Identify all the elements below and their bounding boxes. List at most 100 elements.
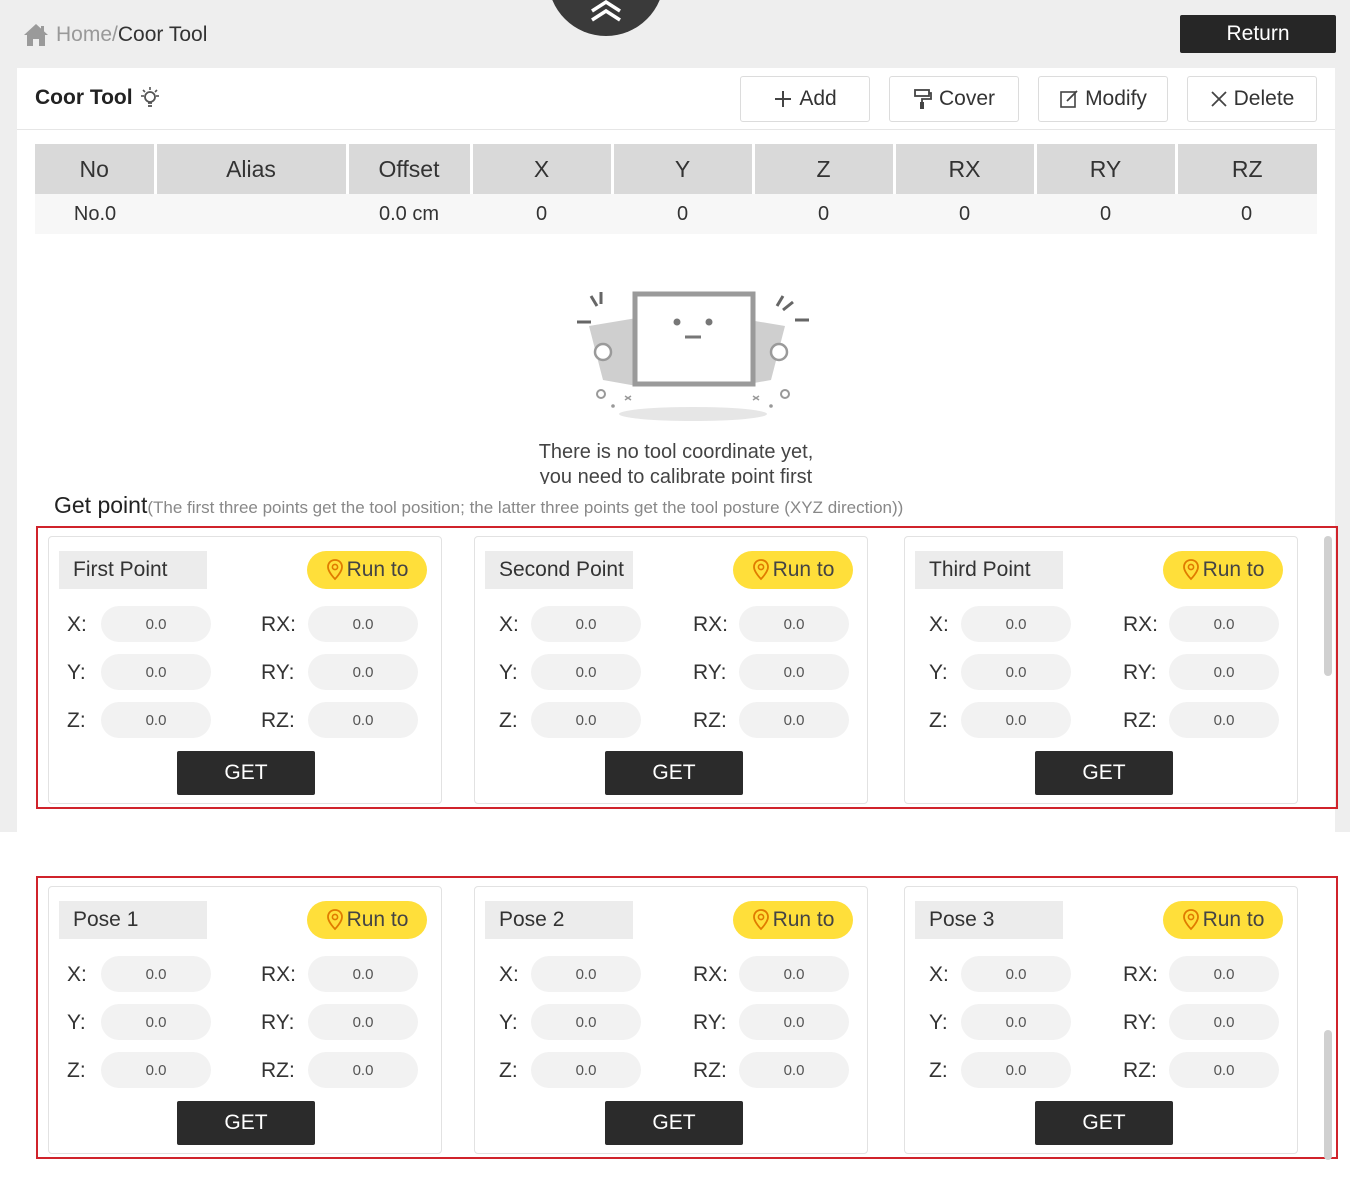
ry-value-field[interactable]: 0.0 [308, 1004, 418, 1040]
column-header: Y [612, 144, 755, 194]
rx-value-field[interactable]: 0.0 [308, 956, 418, 992]
ry-value-field[interactable]: 0.0 [1169, 654, 1279, 690]
column-header: No [35, 144, 157, 194]
table-cell: 0.0 cm [347, 194, 471, 234]
ry-value-field[interactable]: 0.0 [308, 654, 418, 690]
run-to-button[interactable]: Run to [307, 901, 427, 939]
location-pin-icon [1182, 909, 1199, 931]
z-value-field[interactable]: 0.0 [961, 702, 1071, 738]
chevron-double-up-icon [586, 0, 626, 28]
section-gap [0, 832, 1350, 876]
get-button[interactable]: GET [605, 1101, 743, 1145]
modify-button[interactable]: Modify [1038, 76, 1168, 122]
get-button[interactable]: GET [177, 1101, 315, 1145]
x-value-field[interactable]: 0.0 [961, 956, 1071, 992]
rz-label: RZ: [261, 1059, 295, 1082]
cover-button[interactable]: Cover [889, 76, 1019, 122]
rx-label: RX: [1123, 613, 1159, 636]
collapse-tab[interactable] [548, 0, 664, 36]
z-label: Z: [499, 1059, 518, 1082]
get-point-hint: (The first three points get the tool pos… [147, 498, 904, 517]
home-icon[interactable] [22, 21, 50, 49]
run-to-button[interactable]: Run to [307, 551, 427, 589]
x-label: X: [67, 613, 87, 636]
y-value-field[interactable]: 0.0 [531, 1004, 641, 1040]
z-value-field[interactable]: 0.0 [961, 1052, 1071, 1088]
delete-button[interactable]: Delete [1187, 76, 1317, 122]
run-to-button[interactable]: Run to [733, 901, 853, 939]
rx-label: RX: [261, 613, 297, 636]
rz-value-field[interactable]: 0.0 [739, 1052, 849, 1088]
x-value-field[interactable]: 0.0 [101, 956, 211, 992]
point-card-second: Second Point Run to X: 0.0 RX: 0.0 Y: 0.… [474, 536, 868, 804]
get-point-heading: Get point(The first three points get the… [54, 492, 903, 519]
rx-value-field[interactable]: 0.0 [739, 606, 849, 642]
rz-value-field[interactable]: 0.0 [739, 702, 849, 738]
empty-state-text: There is no tool coordinate yet, you nee… [17, 440, 1335, 484]
rz-label: RZ: [261, 709, 295, 732]
ry-value-field[interactable]: 0.0 [739, 654, 849, 690]
y-value-field[interactable]: 0.0 [101, 654, 211, 690]
y-value-field[interactable]: 0.0 [961, 654, 1071, 690]
z-value-field[interactable]: 0.0 [531, 1052, 641, 1088]
pose-card-3: Pose 3 Run to X: 0.0 RX: 0.0 Y: 0.0 RY: … [904, 886, 1298, 1154]
pose-title: Pose 1 [59, 901, 207, 939]
ry-value-field[interactable]: 0.0 [739, 1004, 849, 1040]
run-to-label: Run to [346, 908, 409, 931]
z-value-field[interactable]: 0.0 [531, 702, 641, 738]
column-header: RX [894, 144, 1037, 194]
run-to-button[interactable]: Run to [1163, 901, 1283, 939]
scrollbar-thumb[interactable] [1324, 1030, 1332, 1160]
get-button[interactable]: GET [1035, 1101, 1173, 1145]
table-row[interactable]: No.0 0.0 cm 0 0 0 0 0 0 [35, 194, 1317, 234]
point-card-third: Third Point Run to X: 0.0 RX: 0.0 Y: 0.0… [904, 536, 1298, 804]
z-label: Z: [929, 709, 948, 732]
rz-value-field[interactable]: 0.0 [1169, 1052, 1279, 1088]
get-button[interactable]: GET [1035, 751, 1173, 795]
panel-title: Coor Tool [35, 86, 161, 110]
y-label: Y: [499, 1011, 518, 1034]
x-value-field[interactable]: 0.0 [531, 956, 641, 992]
y-value-field[interactable]: 0.0 [101, 1004, 211, 1040]
y-value-field[interactable]: 0.0 [531, 654, 641, 690]
y-label: Y: [67, 1011, 86, 1034]
x-value-field[interactable]: 0.0 [101, 606, 211, 642]
table-cell: No.0 [35, 194, 155, 234]
rx-label: RX: [1123, 963, 1159, 986]
run-to-button[interactable]: Run to [1163, 551, 1283, 589]
rz-value-field[interactable]: 0.0 [1169, 702, 1279, 738]
table-cell: 0 [1035, 194, 1176, 234]
get-button[interactable]: GET [605, 751, 743, 795]
empty-state-illustration [557, 286, 817, 426]
table-cell: 0 [894, 194, 1035, 234]
position-points-group: First Point Run to X: 0.0 RX: 0.0 Y: 0.0… [36, 526, 1338, 809]
rz-label: RZ: [693, 1059, 727, 1082]
return-button[interactable]: Return [1180, 15, 1336, 53]
lightbulb-icon[interactable] [139, 86, 161, 110]
add-button[interactable]: Add [740, 76, 870, 122]
z-value-field[interactable]: 0.0 [101, 1052, 211, 1088]
rz-value-field[interactable]: 0.0 [308, 702, 418, 738]
x-value-field[interactable]: 0.0 [961, 606, 1071, 642]
rx-value-field[interactable]: 0.0 [308, 606, 418, 642]
y-value-field[interactable]: 0.0 [961, 1004, 1071, 1040]
rx-value-field[interactable]: 0.0 [1169, 606, 1279, 642]
y-label: Y: [499, 661, 518, 684]
rz-value-field[interactable]: 0.0 [308, 1052, 418, 1088]
column-header: Alias [155, 144, 349, 194]
y-label: Y: [929, 1011, 948, 1034]
rx-value-field[interactable]: 0.0 [739, 956, 849, 992]
y-label: Y: [67, 661, 86, 684]
rx-value-field[interactable]: 0.0 [1169, 956, 1279, 992]
column-header: Offset [347, 144, 473, 194]
z-value-field[interactable]: 0.0 [101, 702, 211, 738]
get-button[interactable]: GET [177, 751, 315, 795]
z-label: Z: [929, 1059, 948, 1082]
ry-value-field[interactable]: 0.0 [1169, 1004, 1279, 1040]
breadcrumb-home[interactable]: Home [56, 23, 112, 47]
run-to-button[interactable]: Run to [733, 551, 853, 589]
delete-button-label: Delete [1233, 87, 1295, 110]
run-to-label: Run to [1202, 558, 1265, 581]
x-value-field[interactable]: 0.0 [531, 606, 641, 642]
ry-label: RY: [1123, 661, 1157, 684]
